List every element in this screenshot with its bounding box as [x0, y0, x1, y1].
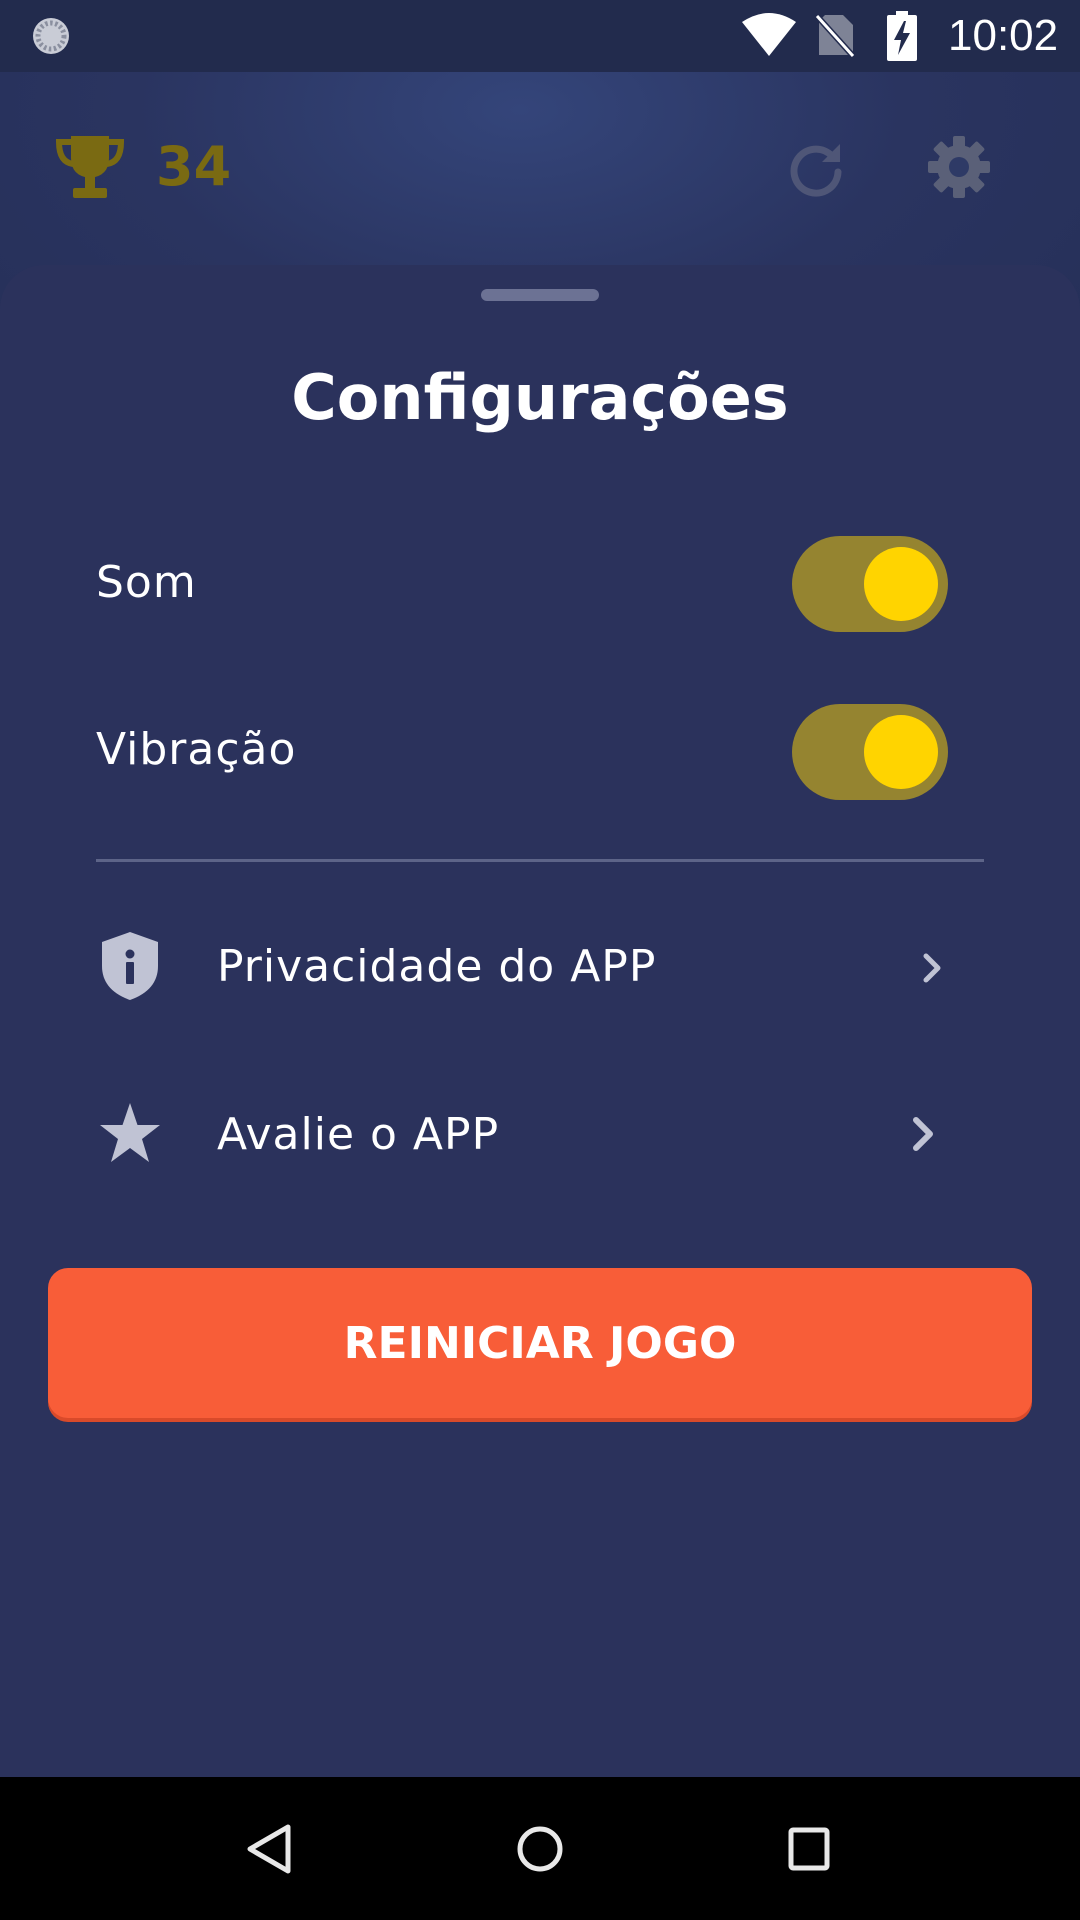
- privacy-label: Privacidade do APP: [217, 941, 657, 992]
- trophy-icon: [55, 136, 125, 198]
- drag-handle[interactable]: [481, 289, 599, 301]
- rate-menu-item[interactable]: Avalie o APP: [80, 1080, 980, 1190]
- wifi-icon: [742, 13, 796, 56]
- back-icon[interactable]: [244, 1821, 296, 1877]
- restart-game-button[interactable]: REINICIAR JOGO: [48, 1268, 1032, 1418]
- settings-sheet: Configurações Som Vibração Privacidade d…: [0, 265, 1080, 1777]
- score-value: 34: [156, 135, 232, 198]
- status-bar: 10:02: [0, 0, 1080, 72]
- app-header: 34: [0, 72, 1080, 272]
- gear-icon[interactable]: [926, 134, 992, 200]
- chevron-right-icon: [923, 953, 941, 983]
- vibration-label: Vibração: [96, 724, 297, 775]
- chevron-right-icon: [913, 1117, 933, 1151]
- star-icon: [100, 1103, 160, 1162]
- no-sim-icon: [815, 13, 855, 58]
- sheet-title: Configurações: [291, 361, 789, 434]
- recents-icon[interactable]: [786, 1823, 832, 1875]
- home-icon[interactable]: [515, 1821, 565, 1877]
- battery-charging-icon: [887, 11, 917, 61]
- privacy-menu-item[interactable]: Privacidade do APP: [80, 912, 980, 1022]
- vibration-toggle[interactable]: [792, 704, 948, 800]
- sound-label: Som: [96, 557, 197, 608]
- loading-icon: [33, 18, 69, 54]
- toggle-knob: [864, 715, 938, 789]
- shield-info-icon: [102, 932, 158, 1000]
- app-screen: 10:02 34 Configurações Som Vibração Priv…: [0, 0, 1080, 1920]
- status-time: 10:02: [948, 11, 1059, 60]
- divider: [96, 859, 984, 862]
- sound-toggle[interactable]: [792, 536, 948, 632]
- rate-label: Avalie o APP: [217, 1109, 500, 1160]
- navigation-bar: [0, 1777, 1080, 1920]
- toggle-knob: [864, 547, 938, 621]
- restart-icon[interactable]: [786, 138, 846, 198]
